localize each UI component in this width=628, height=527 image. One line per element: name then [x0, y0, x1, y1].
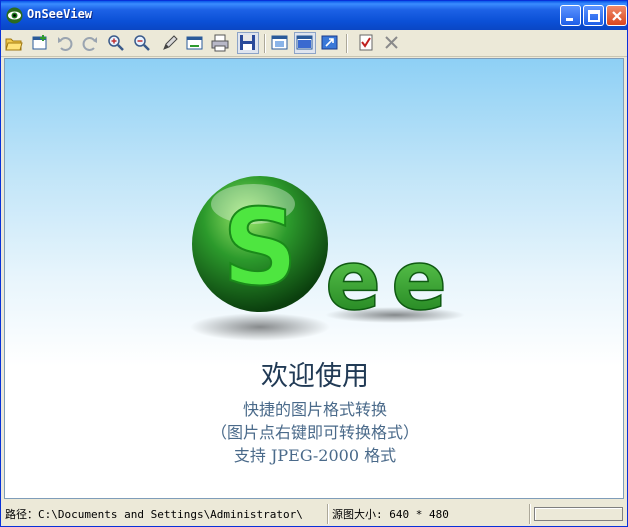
- zoom-in-button[interactable]: [105, 32, 127, 54]
- eye-app-icon: [6, 7, 23, 24]
- app-window: OnSeeView S e e 欢迎使用 快捷的图片格式转换 （图片点右键即可转…: [0, 0, 628, 527]
- zoom-out-button[interactable]: [131, 32, 153, 54]
- welcome-line-1: 快捷的图片格式转换: [242, 400, 387, 419]
- open-folder-icon: [5, 38, 23, 51]
- save-button[interactable]: [237, 32, 259, 54]
- fullscreen-icon: [321, 35, 338, 50]
- capture-button[interactable]: [184, 32, 206, 54]
- checklist-icon: [359, 34, 373, 51]
- status-bar: 路径：C:\Documents and Settings\Administrat…: [1, 502, 627, 526]
- zoom-in-icon: [108, 35, 124, 51]
- maximize-button[interactable]: [583, 5, 604, 26]
- status-path: 路径：C:\Documents and Settings\Administrat…: [5, 508, 303, 521]
- minimize-button[interactable]: [560, 5, 581, 26]
- redo-button[interactable]: [79, 32, 101, 54]
- toolbar-separator: [346, 34, 348, 53]
- save-icon: [240, 35, 255, 50]
- close-button[interactable]: [606, 5, 627, 26]
- draw-button[interactable]: [159, 32, 181, 54]
- properties-button[interactable]: [355, 32, 377, 54]
- minimize-icon: [566, 18, 573, 21]
- pen-tool-icon: [163, 35, 178, 50]
- actual-size-icon: [296, 35, 313, 50]
- open-button[interactable]: [3, 32, 25, 54]
- undo-icon: [58, 37, 73, 51]
- logo-letter-e1: e: [325, 234, 381, 329]
- status-divider: [327, 504, 329, 524]
- redo-icon: [82, 37, 97, 51]
- new-window-button[interactable]: [29, 32, 51, 54]
- welcome-line-3: 支持 JPEG-2000 格式: [233, 446, 397, 465]
- welcome-title: 欢迎使用: [261, 361, 369, 392]
- title-bar[interactable]: OnSeeView: [1, 1, 627, 30]
- actual-size-button[interactable]: [294, 32, 316, 54]
- image-canvas[interactable]: S e e 欢迎使用 快捷的图片格式转换 （图片点右键即可转换格式） 支持 JP…: [4, 58, 624, 499]
- screen-capture-icon: [186, 36, 203, 50]
- welcome-line-2: （图片点右键即可转换格式）: [210, 423, 419, 442]
- toolbar: [1, 30, 627, 57]
- delete-button[interactable]: [381, 32, 403, 54]
- status-divider: [529, 504, 531, 524]
- toolbar-separator: [264, 34, 266, 53]
- fit-window-button[interactable]: [269, 32, 291, 54]
- maximize-icon: [588, 10, 600, 22]
- print-button[interactable]: [209, 32, 231, 54]
- fullscreen-button[interactable]: [319, 32, 341, 54]
- close-icon: [612, 11, 622, 21]
- see-logo: S e e: [190, 176, 465, 341]
- new-window-icon: [32, 35, 47, 50]
- status-image-size: 源图大小: 640 * 480: [332, 508, 449, 521]
- undo-button[interactable]: [54, 32, 76, 54]
- logo-letter-s: S: [222, 187, 298, 309]
- fit-window-icon: [271, 35, 288, 50]
- status-progress-bar: [534, 507, 623, 521]
- window-title: OnSeeView: [27, 7, 93, 21]
- logo-letter-e2: e: [391, 234, 447, 329]
- print-icon: [211, 34, 229, 52]
- close-x-icon: [385, 36, 398, 49]
- zoom-out-icon: [134, 35, 150, 51]
